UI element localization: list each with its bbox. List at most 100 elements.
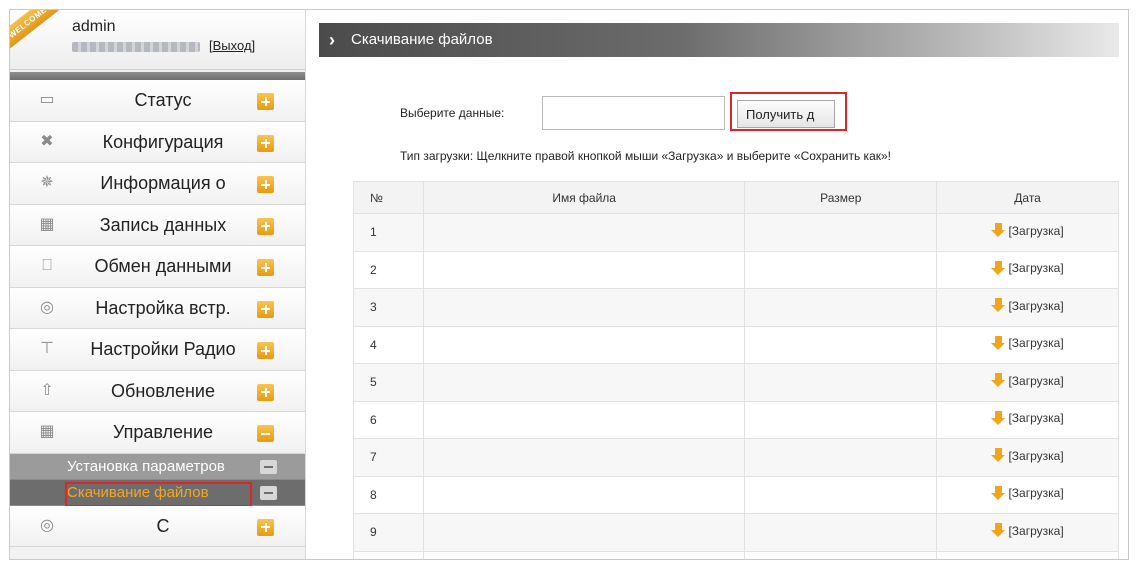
table-row: 2 [Загрузка] bbox=[353, 250, 1119, 289]
download-label[interactable]: [Загрузка] bbox=[1008, 449, 1063, 463]
download-label[interactable]: [Загрузка] bbox=[1008, 299, 1063, 313]
download-label[interactable]: [Загрузка] bbox=[1008, 411, 1063, 425]
logout-label[interactable]: Выход bbox=[213, 38, 252, 53]
app-window: WELCOME admin [Выход] ▭ Статус ✖ Конфигурац… bbox=[9, 9, 1129, 560]
sidebar-item-8[interactable]: ⇧ Обновление bbox=[10, 370, 305, 412]
sidebar-item-label: Обновление bbox=[111, 380, 215, 401]
expand-icon[interactable] bbox=[257, 93, 274, 110]
download-link[interactable]: [Загрузка] bbox=[991, 485, 1064, 501]
sidebar-item-7[interactable]: ⊤ Настройки Радио bbox=[10, 329, 305, 371]
file-name-cell bbox=[422, 363, 746, 402]
file-name-cell bbox=[422, 400, 746, 439]
get-data-button[interactable]: Получить д bbox=[737, 100, 835, 128]
satellite-icon: ✵ bbox=[40, 174, 54, 191]
row-number: 7 bbox=[353, 438, 424, 477]
sidebar-subitem-2[interactable]: Скачивание файлов bbox=[10, 479, 305, 507]
date-cell: [Загрузка] bbox=[936, 250, 1119, 289]
download-arrow-icon bbox=[991, 523, 1006, 538]
page-title: Скачивание файлов bbox=[351, 31, 493, 48]
expand-icon[interactable] bbox=[257, 259, 274, 276]
sidebar: WELCOME admin [Выход] ▭ Статус ✖ Конфигурац… bbox=[10, 10, 306, 559]
table-row: 8 [Загрузка] bbox=[353, 475, 1119, 514]
main-content: › Скачивание файлов Выберите данные: Пол… bbox=[307, 10, 1128, 559]
sidebar-item-label: Настройка встр. bbox=[95, 297, 231, 318]
logout-link[interactable]: [Выход] bbox=[209, 38, 255, 53]
date-cell: [Загрузка] bbox=[936, 513, 1119, 552]
sidebar-item-label: Запись данных bbox=[99, 214, 227, 235]
header-date: Дата bbox=[936, 181, 1119, 214]
upload-icon: ⇧ bbox=[40, 381, 54, 399]
sidebar-subitem-label: Скачивание файлов bbox=[67, 483, 209, 501]
sidebar-item-9[interactable]: ▦ Управление bbox=[10, 412, 305, 454]
expand-icon[interactable] bbox=[257, 518, 274, 536]
expand-icon[interactable] bbox=[257, 134, 274, 152]
sidebar-item-partial[interactable]: ◎ С bbox=[10, 505, 305, 547]
globe-icon: ◎ bbox=[40, 516, 54, 534]
expand-icon[interactable] bbox=[257, 300, 274, 318]
row-number: 1 bbox=[353, 213, 424, 252]
download-label[interactable]: [Загрузка] bbox=[1008, 486, 1063, 500]
download-link[interactable]: [Загрузка] bbox=[991, 523, 1064, 538]
sidebar-subitem-label: Установка параметров bbox=[67, 457, 225, 475]
download-label[interactable]: [Загрузка] bbox=[1008, 374, 1063, 388]
file-name-cell bbox=[422, 288, 746, 327]
download-link[interactable]: [Загрузка] bbox=[991, 410, 1064, 426]
file-size-cell bbox=[744, 325, 938, 364]
sidebar-subitem-1[interactable]: Установка параметров bbox=[10, 453, 305, 480]
expand-icon[interactable] bbox=[257, 217, 274, 235]
sidebar-item-4[interactable]: ▦ Запись данных bbox=[10, 204, 305, 246]
download-arrow-icon bbox=[991, 335, 1006, 351]
date-cell: [Загрузка] bbox=[936, 288, 1119, 327]
download-arrow-icon bbox=[991, 485, 1006, 501]
download-link[interactable]: [Загрузка] bbox=[991, 298, 1064, 313]
page-title-bar: › Скачивание файлов bbox=[319, 23, 1119, 57]
download-link[interactable]: [Загрузка] bbox=[991, 223, 1064, 238]
row-number: 8 bbox=[353, 475, 424, 514]
table-row: 1 [Загрузка] bbox=[353, 213, 1119, 252]
file-size-cell bbox=[744, 513, 938, 552]
file-name-cell bbox=[422, 325, 746, 364]
download-hint: Тип загрузки: Щелкните правой кнопкой мы… bbox=[400, 149, 891, 163]
expand-icon[interactable] bbox=[257, 383, 274, 401]
download-link[interactable]: [Загрузка] bbox=[991, 335, 1064, 351]
data-select-form: Выберите данные: Получить д bbox=[307, 92, 1128, 136]
date-cell: [Загрузка] bbox=[936, 363, 1119, 402]
download-label[interactable]: [Загрузка] bbox=[1008, 224, 1063, 238]
sidebar-item-2[interactable]: ✖ Конфигурация bbox=[10, 121, 305, 163]
expand-icon[interactable] bbox=[257, 342, 274, 359]
row-number: 4 bbox=[353, 325, 424, 364]
download-label[interactable]: [Загрузка] bbox=[1008, 524, 1063, 538]
table-row: 10 [Загрузка] bbox=[353, 550, 1119, 559]
date-cell: [Загрузка] bbox=[936, 475, 1119, 514]
sidebar-item-3[interactable]: ✵ Информация о bbox=[10, 163, 305, 205]
sidebar-item-label: С bbox=[156, 515, 170, 536]
collapse-icon[interactable] bbox=[260, 459, 277, 474]
download-link[interactable]: [Загрузка] bbox=[991, 448, 1064, 463]
download-label[interactable]: [Загрузка] bbox=[1008, 261, 1063, 275]
date-cell: [Загрузка] bbox=[936, 213, 1119, 252]
collapse-icon[interactable] bbox=[257, 425, 274, 442]
select-data-input[interactable] bbox=[542, 96, 725, 130]
download-link[interactable]: [Загрузка] bbox=[991, 260, 1064, 276]
user-id-redacted bbox=[72, 42, 200, 52]
date-cell: [Загрузка] bbox=[936, 400, 1119, 439]
sidebar-item-label: Управление bbox=[112, 422, 214, 442]
sidebar-item-6[interactable]: ◎ Настройка встр. bbox=[10, 287, 305, 329]
calendar-icon: ▦ bbox=[39, 215, 55, 233]
row-number: 10 bbox=[353, 550, 424, 559]
file-name-cell bbox=[422, 438, 746, 477]
download-arrow-icon bbox=[991, 373, 1006, 388]
table-header-row: № Имя файла Размер Дата bbox=[353, 181, 1119, 214]
user-name: admin bbox=[72, 18, 116, 35]
expand-icon[interactable] bbox=[257, 176, 274, 193]
sidebar-item-5[interactable]: ⎕ Обмен данными bbox=[10, 246, 305, 288]
user-panel: WELCOME admin [Выход] bbox=[10, 10, 305, 70]
network-icon: ⎕ bbox=[42, 257, 52, 274]
download-label[interactable]: [Загрузка] bbox=[1008, 336, 1063, 350]
sidebar-item-label: Обмен данными bbox=[94, 256, 232, 276]
sidebar-item-1[interactable]: ▭ Статус bbox=[10, 80, 305, 122]
collapse-icon[interactable] bbox=[260, 485, 277, 500]
sidebar-item-label: Настройки Радио bbox=[90, 339, 236, 359]
download-link[interactable]: [Загрузка] bbox=[991, 373, 1064, 388]
table-row: 5 [Загрузка] bbox=[353, 363, 1119, 402]
